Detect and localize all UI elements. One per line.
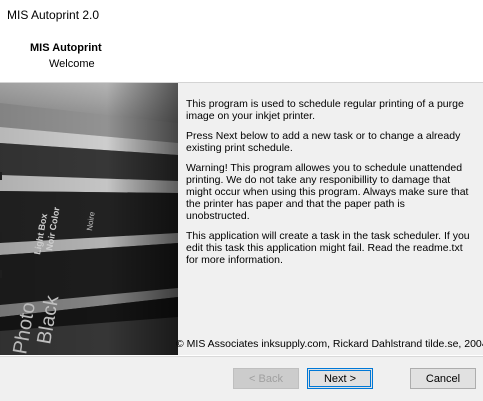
next-button-label: Next > — [323, 373, 357, 385]
next-button[interactable]: Next > — [307, 368, 373, 389]
edge-mark — [0, 232, 2, 240]
instruction-paragraph: Press Next below to add a new task or to… — [186, 130, 461, 154]
wizard-header: MIS Autoprint Welcome — [0, 30, 483, 83]
wizard-footer: < Back Next > Cancel — [0, 356, 483, 401]
warning-paragraph: Warning! This program allowes you to sch… — [186, 162, 469, 222]
copyright-text: © MIS Associates inksupply.com, Rickard … — [176, 338, 483, 350]
window-title: MIS Autoprint 2.0 — [7, 8, 100, 22]
header-title: MIS Autoprint — [30, 42, 102, 54]
paper-box-image: Light Box Noir Color Noire Photo Black — [0, 83, 178, 355]
title-bar[interactable]: MIS Autoprint 2.0 — [0, 0, 483, 30]
back-button[interactable]: < Back — [233, 368, 299, 389]
wizard-content: Light Box Noir Color Noire Photo Black T… — [0, 83, 483, 355]
cancel-button[interactable]: Cancel — [410, 368, 476, 389]
scheduler-paragraph: This application will create a task in t… — [186, 230, 470, 266]
welcome-text: This program is used to schedule regular… — [186, 98, 471, 274]
intro-paragraph: This program is used to schedule regular… — [186, 98, 464, 122]
edge-mark — [0, 172, 2, 180]
header-subtitle: Welcome — [49, 58, 95, 70]
edge-mark — [0, 270, 2, 278]
